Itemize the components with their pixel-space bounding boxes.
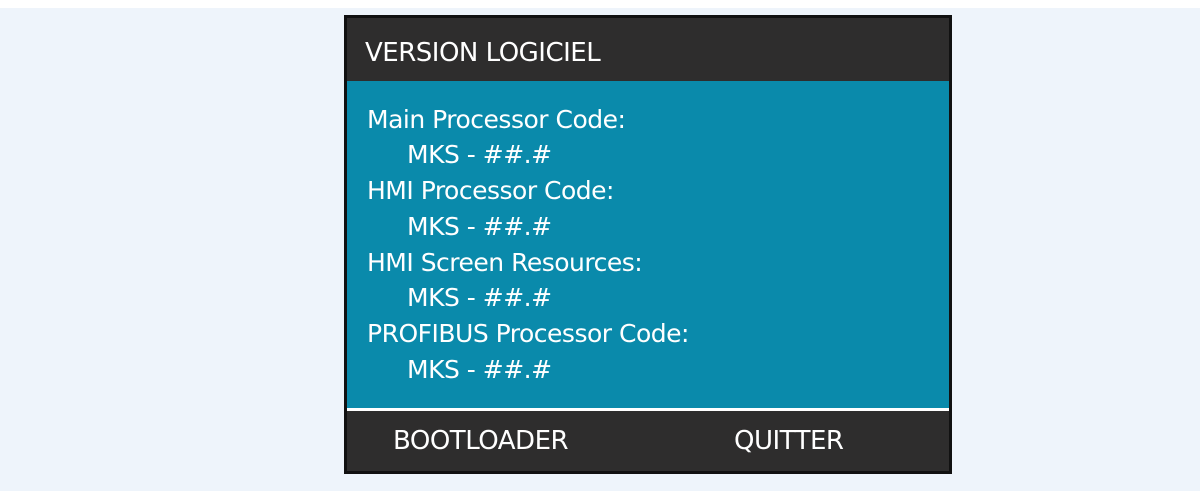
main-processor-version: MKS - ##.# <box>407 140 552 169</box>
screen-title: VERSION LOGICIEL <box>365 38 601 68</box>
bootloader-softkey[interactable]: BOOTLOADER <box>393 424 569 458</box>
profibus-processor-label: PROFIBUS Processor Code: <box>367 319 689 348</box>
quit-softkey[interactable]: QUITTER <box>734 424 844 458</box>
hmi-processor-label: HMI Processor Code: <box>367 176 614 205</box>
top-edge <box>0 0 1200 8</box>
hmi-display: VERSION LOGICIEL Main Processor Code: MK… <box>344 15 952 474</box>
bottom-edge <box>0 491 1200 497</box>
main-processor-label: Main Processor Code: <box>367 105 626 134</box>
hmi-processor-version: MKS - ##.# <box>407 212 552 241</box>
title-bar: VERSION LOGICIEL <box>347 18 949 81</box>
softkey-bar: BOOTLOADER QUITTER <box>347 411 949 471</box>
hmi-screen-resources-label: HMI Screen Resources: <box>367 248 643 277</box>
profibus-processor-version: MKS - ##.# <box>407 355 552 384</box>
hmi-screen-resources-version: MKS - ##.# <box>407 283 552 312</box>
version-list: Main Processor Code: MKS - ##.# HMI Proc… <box>347 81 949 411</box>
